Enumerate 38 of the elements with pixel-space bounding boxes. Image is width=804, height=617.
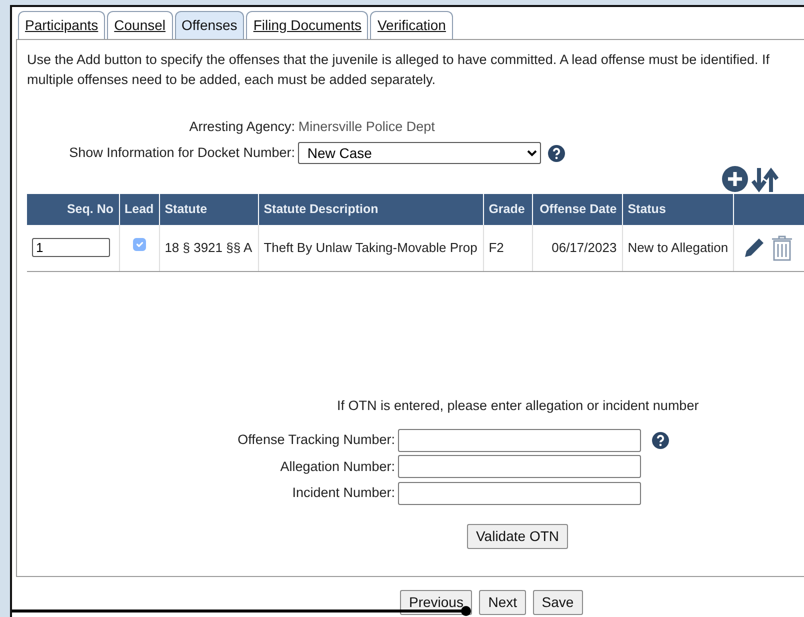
nav-button[interactable]: Next bbox=[479, 590, 526, 615]
column-header: Statute Description bbox=[258, 194, 484, 225]
instructions-text: Use the Add button to specify the offenses that the juvenile is alleged to have committed. A lead offense must be identified. If multiple offenses need to be added, each must be added separately. bbox=[27, 51, 770, 89]
text-field[interactable] bbox=[398, 429, 642, 452]
text-field[interactable] bbox=[398, 482, 642, 505]
edit-icon[interactable] bbox=[742, 236, 766, 260]
table-cell: Theft By Unlaw Taking-Movable Prop bbox=[258, 224, 484, 272]
table-cell: 06/17/2023 bbox=[532, 224, 622, 272]
field-label: Offense Tracking Number: bbox=[238, 432, 395, 448]
tab[interactable]: Participants bbox=[18, 11, 106, 39]
column-header: Lead bbox=[119, 194, 160, 225]
column-header: Grade bbox=[483, 194, 532, 225]
docket-number-label: Show Information for Docket Number: bbox=[69, 144, 295, 160]
field-label: Allegation Number: bbox=[280, 458, 395, 474]
text-field[interactable] bbox=[398, 455, 642, 478]
sequence-input[interactable]: 1 bbox=[32, 238, 110, 258]
add-icon[interactable] bbox=[722, 166, 748, 192]
docket-number-select[interactable]: New Case bbox=[298, 142, 542, 164]
field-label: Incident Number: bbox=[292, 485, 395, 500]
column-header: Offense Date bbox=[532, 194, 622, 225]
tab[interactable]: Verification bbox=[370, 11, 453, 39]
column-header: Status bbox=[622, 194, 734, 225]
column-header: Statute bbox=[159, 194, 258, 225]
nav-button[interactable]: Save bbox=[532, 590, 583, 615]
tab[interactable]: Filing Documents bbox=[246, 11, 368, 39]
table-cell: F2 bbox=[483, 224, 532, 272]
arresting-agency-label: Arresting Agency: bbox=[189, 118, 295, 134]
table-cell: New to Allegation bbox=[622, 224, 734, 272]
arresting-agency-value: Minersville Police Dept bbox=[298, 118, 435, 136]
tab[interactable]: Offenses bbox=[174, 11, 244, 39]
otn-instruction-text: If OTN is entered, please enter allegation or incident number bbox=[337, 396, 700, 415]
help-icon[interactable] bbox=[548, 144, 566, 162]
help-icon[interactable] bbox=[652, 432, 668, 449]
tab[interactable]: Counsel bbox=[107, 11, 173, 39]
column-header: Seq. No bbox=[27, 194, 119, 225]
sort-icon[interactable] bbox=[751, 166, 779, 194]
table-cell: 18 § 3921 §§ A bbox=[159, 224, 258, 272]
validate-otn-button[interactable]: Validate OTN bbox=[467, 524, 568, 549]
